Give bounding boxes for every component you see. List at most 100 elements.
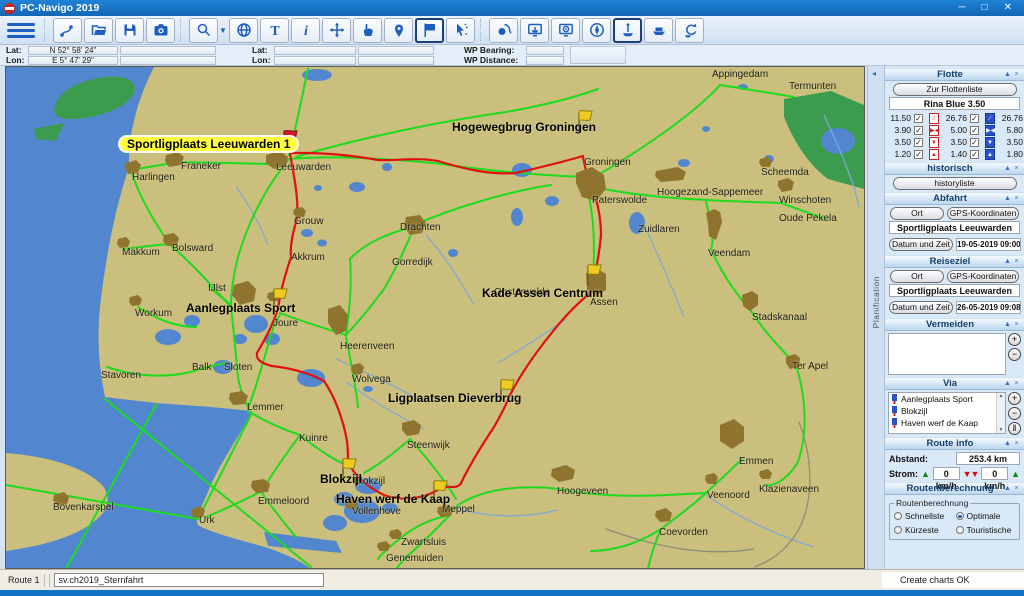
monitor-target-icon[interactable] (551, 18, 580, 43)
select-hand-icon[interactable] (353, 18, 382, 43)
ship-dimensions-grid: 11.50 ✓ ∕ 26.76 ✓ ∕ 26.76 3.90 ✓ ▶◀ 5.00… (887, 112, 1022, 160)
collapse-icon[interactable]: ▲ (1003, 258, 1012, 265)
vermeiden-listbox[interactable] (888, 333, 1006, 375)
maximize-button[interactable]: □ (982, 3, 988, 13)
via-pause-button[interactable]: ‖ (1008, 422, 1021, 435)
waypoint-label[interactable]: Kade Assen Centrum (482, 286, 603, 300)
route-mode-radio[interactable]: Kürzeste (894, 525, 954, 535)
close-icon[interactable]: × (1012, 321, 1021, 328)
abfahrt-ort-button[interactable]: Ort (890, 207, 944, 220)
statusbar-grip[interactable] (44, 574, 50, 587)
undo-route-icon[interactable] (675, 18, 704, 43)
town-label: Emmen (739, 456, 773, 467)
zoom-dropdown-icon[interactable]: ▼ (219, 26, 227, 35)
open-folder-icon[interactable] (84, 18, 113, 43)
checkbox-icon[interactable]: ✓ (970, 114, 979, 123)
route-icon[interactable] (53, 18, 82, 43)
globe-icon[interactable] (229, 18, 258, 43)
collapse-icon[interactable]: ▲ (1003, 380, 1012, 387)
collapse-icon[interactable]: ▲ (1003, 195, 1012, 202)
close-icon[interactable]: × (1012, 380, 1021, 387)
flag-icon[interactable] (415, 18, 444, 43)
collapse-sidebar-icon[interactable]: ◂ (872, 69, 876, 78)
via-list-item[interactable]: Aanlegplaats Sport (889, 393, 1005, 405)
pointer-select-icon[interactable] (446, 18, 475, 43)
checkbox-icon[interactable]: ✓ (914, 114, 923, 123)
close-icon[interactable]: × (1012, 485, 1021, 492)
vermeiden-remove-button[interactable]: − (1008, 348, 1021, 361)
checkbox-icon[interactable]: ✓ (914, 150, 923, 159)
via-list-item[interactable]: Haven werf de Kaap (889, 417, 1005, 429)
dimension-symbol-icon: ▲ (985, 149, 995, 160)
pan-move-icon[interactable] (322, 18, 351, 43)
close-icon[interactable]: × (1012, 195, 1021, 202)
vermeiden-add-button[interactable]: + (1008, 333, 1021, 346)
waypoint-label[interactable]: Sportligplaats Leeuwarden 1 (120, 137, 297, 151)
waypoint-pin-icon[interactable] (384, 18, 413, 43)
abfahrt-datetime-field[interactable]: 19-05-2019 09:00 (956, 238, 1021, 251)
monitor-ship-icon[interactable] (520, 18, 549, 43)
svg-text:i: i (304, 24, 308, 38)
map-canvas[interactable]: AppingedamTermuntenGroningenScheemdaHoog… (5, 66, 865, 569)
zoom-icon[interactable] (189, 18, 218, 43)
waypoint-flag-marker[interactable] (584, 263, 604, 287)
abstand-value-field: 253.4 km (956, 452, 1020, 465)
collapse-icon[interactable]: ▲ (1003, 71, 1012, 78)
zur-flottenliste-button[interactable]: Zur Flottenliste (893, 83, 1017, 96)
via-scrollbar[interactable]: ▲▼ (996, 393, 1005, 433)
route-mode-radio[interactable]: Schnellste (894, 511, 954, 521)
waypoint-label[interactable]: Aanlegplaats Sport (186, 301, 295, 315)
collapse-icon[interactable]: ▲ (1003, 321, 1012, 328)
checkbox-icon[interactable]: ✓ (970, 126, 979, 135)
waypoint-label[interactable]: Haven werf de Kaap (336, 492, 450, 506)
collapse-icon[interactable]: ▲ (1003, 440, 1012, 447)
via-listbox[interactable]: Aanlegplaats Sport Blokzijl Haven werf d… (888, 392, 1006, 434)
ais-mast-icon[interactable] (613, 18, 642, 43)
planification-tab[interactable]: Planification (871, 276, 881, 328)
collapse-icon[interactable]: ▲ (1003, 485, 1012, 492)
abfahrt-gps-button[interactable]: GPS-Koordinaten (947, 207, 1019, 220)
reiseziel-gps-button[interactable]: GPS-Koordinaten (947, 270, 1019, 283)
via-list-item[interactable]: Blokzijl (889, 405, 1005, 417)
reiseziel-location-field[interactable]: Sportligplaats Leeuwarden (889, 284, 1020, 297)
ferry-icon[interactable] (644, 18, 673, 43)
text-label-icon[interactable]: T (260, 18, 289, 43)
abfahrt-datetime-button[interactable]: Datum und Zeit (889, 238, 953, 251)
collapse-icon[interactable]: ▲ (1003, 165, 1012, 172)
via-add-button[interactable]: + (1008, 392, 1021, 405)
close-button[interactable]: ✕ (1004, 3, 1012, 13)
reiseziel-ort-button[interactable]: Ort (890, 270, 944, 283)
menu-icon[interactable] (3, 18, 39, 43)
close-icon[interactable]: × (1012, 440, 1021, 447)
close-icon[interactable]: × (1012, 258, 1021, 265)
minimize-button[interactable]: ─ (958, 3, 965, 13)
historyliste-button[interactable]: historyliste (893, 177, 1017, 190)
close-icon[interactable]: × (1012, 165, 1021, 172)
reiseziel-datetime-button[interactable]: Datum und Zeit (889, 301, 953, 314)
checkbox-icon[interactable]: ✓ (970, 150, 979, 159)
town-label: Heerenveen (340, 341, 394, 352)
town-label: Grouw (294, 216, 323, 227)
compass-icon[interactable] (582, 18, 611, 43)
info-icon[interactable]: i (291, 18, 320, 43)
waypoint-label[interactable]: Ligplaatsen Dieverbrug (388, 391, 521, 405)
save-icon[interactable] (115, 18, 144, 43)
route-mode-radio[interactable]: Touristische (956, 525, 1016, 535)
waypoint-label[interactable]: Hogewegbrug Groningen (452, 120, 596, 134)
route-mode-radio[interactable]: Optimale (956, 511, 1016, 521)
checkbox-icon[interactable]: ✓ (914, 126, 923, 135)
close-icon[interactable]: × (1012, 71, 1021, 78)
via-remove-button[interactable]: − (1008, 407, 1021, 420)
town-label: Lemmer (247, 402, 284, 413)
dimension-symbol-icon: ∕ (985, 113, 995, 124)
day-night-icon[interactable] (489, 18, 518, 43)
waypoint-label[interactable]: Blokzijl (320, 472, 362, 486)
ship-name-field[interactable]: Rina Blue 3.50 (889, 97, 1020, 110)
snapshot-camera-icon[interactable] (146, 18, 175, 43)
reiseziel-datetime-field[interactable]: 26-05-2019 09:08 (956, 301, 1021, 314)
checkbox-icon[interactable]: ✓ (914, 138, 923, 147)
checkbox-icon[interactable]: ✓ (970, 138, 979, 147)
dimension-symbol-icon: ∕ (929, 113, 939, 124)
abfahrt-location-field[interactable]: Sportligplaats Leeuwarden (889, 221, 1020, 234)
route-file-field[interactable]: sv.ch2019_Sternfahrt (54, 573, 324, 587)
